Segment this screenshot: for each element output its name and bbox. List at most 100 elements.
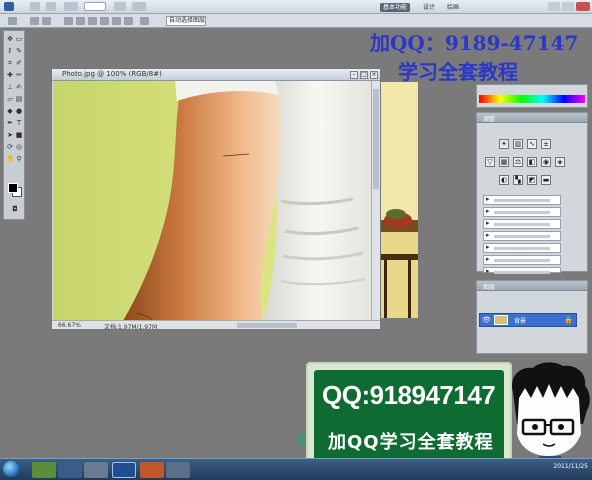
arrange-docs-icon[interactable] bbox=[114, 2, 126, 11]
document-status-bar: 66.67% 文档:1.97M/1.97M bbox=[52, 320, 380, 331]
preset-selective-color[interactable] bbox=[483, 267, 561, 275]
eye-visibility-icon[interactable]: 👁 bbox=[482, 316, 491, 324]
bridge-icon[interactable] bbox=[30, 2, 40, 11]
workspace-tab-paint[interactable]: 绘画 bbox=[444, 3, 462, 12]
taskbar-app-1[interactable] bbox=[32, 462, 56, 478]
adjustments-panel: 调整 ☀ ▥ ∿ ± ▽ ▦ ⚖ ◧ ◉ ◈ ◐ ▚ ◩ ▬ bbox=[476, 112, 588, 275]
taskbar-photoshop[interactable] bbox=[112, 462, 136, 478]
crop-tool-icon[interactable]: ⌗ bbox=[6, 59, 14, 67]
gradient-map-icon[interactable]: ▬ bbox=[541, 175, 551, 185]
image-canvas[interactable] bbox=[53, 81, 372, 321]
threshold-icon[interactable]: ◩ bbox=[527, 175, 537, 185]
mini-bridge-icon[interactable] bbox=[46, 2, 56, 11]
type-tool-icon[interactable]: T bbox=[15, 119, 23, 127]
move-tool-icon[interactable] bbox=[8, 17, 17, 25]
lasso-tool-icon[interactable]: ℓ bbox=[6, 47, 14, 55]
taskbar-app-5[interactable] bbox=[140, 462, 164, 478]
history-brush-icon[interactable]: ✍ bbox=[15, 83, 23, 91]
ad-qq-number: QQ:918947147 bbox=[322, 380, 496, 410]
blur-tool-icon[interactable]: ◆ bbox=[6, 107, 14, 115]
path-select-icon[interactable]: ➤ bbox=[6, 131, 14, 139]
view-extras-icon[interactable] bbox=[64, 2, 78, 11]
vibrance-icon[interactable]: ▽ bbox=[485, 157, 495, 167]
distribute-icon[interactable] bbox=[140, 17, 149, 25]
ps-logo-icon[interactable] bbox=[4, 2, 14, 11]
taskbar-app-3[interactable] bbox=[84, 462, 108, 478]
preset-curves[interactable] bbox=[483, 207, 561, 217]
pen-tool-icon[interactable]: ✒ bbox=[6, 119, 14, 127]
auto-select-dropdown[interactable]: 自动选择图层 bbox=[166, 16, 206, 26]
gradient-tool-icon[interactable]: ▤ bbox=[15, 95, 23, 103]
color-spectrum[interactable] bbox=[477, 85, 587, 107]
preset-exposure[interactable] bbox=[483, 219, 561, 229]
shape-tool-icon[interactable]: ■ bbox=[15, 131, 23, 139]
align-bottom-icon[interactable] bbox=[88, 17, 97, 25]
workspace-button[interactable]: 基本功能 bbox=[380, 3, 411, 12]
workspace-tab-design[interactable]: 设计 bbox=[420, 3, 438, 12]
photo-filter-icon[interactable]: ◉ bbox=[541, 157, 551, 167]
taskbar-clock[interactable]: 2011/11/25 bbox=[553, 463, 588, 470]
taskbar-app-2[interactable] bbox=[58, 462, 82, 478]
levels-icon[interactable]: ▥ bbox=[513, 139, 523, 149]
maximize-button[interactable] bbox=[562, 2, 574, 11]
align-middle-icon[interactable] bbox=[76, 17, 85, 25]
vertical-scroll-thumb[interactable] bbox=[373, 89, 379, 189]
brush-tool-icon[interactable]: ✏ bbox=[15, 71, 23, 79]
align-left-icon[interactable] bbox=[100, 17, 109, 25]
dodge-tool-icon[interactable]: ● bbox=[15, 107, 23, 115]
exposure-icon[interactable]: ± bbox=[541, 139, 551, 149]
document-window[interactable]: Photo.jpg @ 100% (RGB/8#) – □ × 66.67% 文… bbox=[51, 68, 381, 331]
layers-panel: 图层 👁 背景 🔒 bbox=[476, 280, 588, 354]
color-balance-icon[interactable]: ⚖ bbox=[513, 157, 523, 167]
zoom-select[interactable] bbox=[84, 2, 106, 11]
brightness-icon[interactable]: ☀ bbox=[499, 139, 509, 149]
eraser-tool-icon[interactable]: ▱ bbox=[6, 95, 14, 103]
invert-icon[interactable]: ◐ bbox=[499, 175, 509, 185]
foreground-color-swatch[interactable] bbox=[8, 183, 18, 193]
close-button[interactable] bbox=[576, 2, 590, 11]
black-white-icon[interactable]: ◧ bbox=[527, 157, 537, 167]
preset-black-white[interactable] bbox=[483, 243, 561, 253]
ad-banner: QQ:918947147 加QQ学习全套教程 bbox=[306, 362, 512, 470]
move-tool-icon[interactable]: ✥ bbox=[6, 35, 14, 43]
zoom-tool-icon[interactable]: ⚲ bbox=[15, 155, 23, 163]
posterize-icon[interactable]: ▚ bbox=[513, 175, 523, 185]
ad-tagline: 加QQ学习全套教程 bbox=[328, 432, 494, 453]
doc-close-icon[interactable]: × bbox=[370, 71, 378, 79]
screen-mode-icon[interactable] bbox=[132, 2, 146, 11]
clone-stamp-icon[interactable]: ⊥ bbox=[6, 83, 14, 91]
document-vertical-scrollbar[interactable] bbox=[371, 81, 380, 321]
taskbar-app-6[interactable] bbox=[166, 462, 190, 478]
curves-icon[interactable]: ∿ bbox=[527, 139, 537, 149]
auto-select-checkbox[interactable] bbox=[30, 17, 39, 25]
document-titlebar[interactable]: Photo.jpg @ 100% (RGB/8#) – □ × bbox=[52, 69, 380, 81]
preset-channel-mixer[interactable] bbox=[483, 255, 561, 265]
channel-mixer-icon[interactable]: ◈ bbox=[555, 157, 565, 167]
zoom-level[interactable]: 66.67% bbox=[58, 322, 81, 329]
3d-orbit-icon[interactable]: ◎ bbox=[15, 143, 23, 151]
align-right-icon[interactable] bbox=[124, 17, 133, 25]
mascot-illustration bbox=[511, 362, 590, 466]
align-center-icon[interactable] bbox=[112, 17, 121, 25]
marquee-tool-icon[interactable]: ▭ bbox=[15, 35, 23, 43]
quick-mask-icon[interactable]: ◘ bbox=[10, 205, 20, 213]
start-button[interactable] bbox=[3, 461, 19, 477]
align-top-icon[interactable] bbox=[64, 17, 73, 25]
3d-rotate-icon[interactable]: ⟳ bbox=[6, 143, 14, 151]
layer-row-background[interactable]: 👁 背景 🔒 bbox=[479, 313, 577, 327]
hue-sat-icon[interactable]: ▦ bbox=[499, 157, 509, 167]
adjustments-panel-header: 调整 bbox=[477, 113, 587, 123]
color-panel[interactable] bbox=[476, 84, 588, 108]
healing-brush-icon[interactable]: ✚ bbox=[6, 71, 14, 79]
eyedropper-icon[interactable]: ✐ bbox=[15, 59, 23, 67]
doc-minimize-icon[interactable]: – bbox=[350, 71, 358, 79]
hand-tool-icon[interactable]: ✋ bbox=[6, 155, 15, 163]
horizontal-scroll-thumb[interactable] bbox=[237, 323, 297, 328]
preset-levels[interactable] bbox=[483, 195, 561, 205]
layer-name: 背景 bbox=[514, 318, 527, 325]
transform-controls-icon[interactable] bbox=[42, 17, 51, 25]
minimize-button[interactable] bbox=[548, 2, 560, 11]
quick-select-icon[interactable]: ✎ bbox=[15, 47, 23, 55]
doc-maximize-icon[interactable]: □ bbox=[360, 71, 368, 79]
preset-hue-sat[interactable] bbox=[483, 231, 561, 241]
